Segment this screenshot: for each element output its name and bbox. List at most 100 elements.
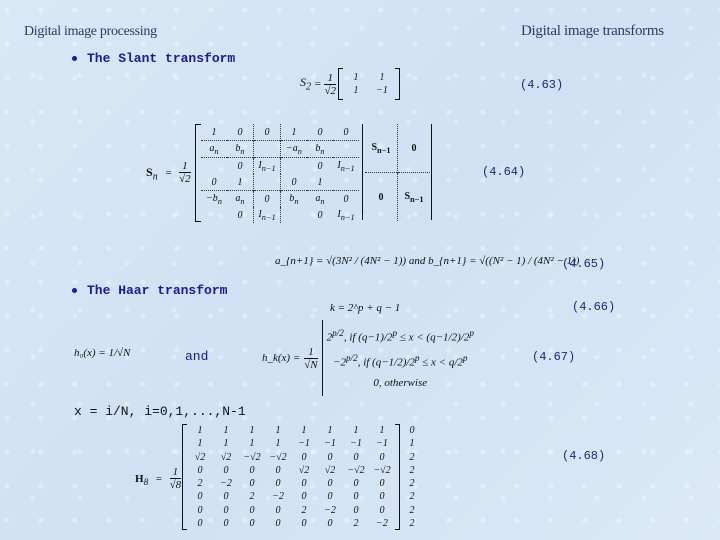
h8-matrix-row: 1 1 1 1 −1 −1 −1 −1	[187, 437, 395, 450]
h8-row-label-row: 2	[404, 477, 420, 490]
s2-matrix-cell: −1	[376, 85, 388, 96]
h8-matrix-cell: 0	[379, 451, 385, 463]
h8-matrix-cell: √2	[298, 464, 310, 476]
sn-left-block-cell: 0	[211, 176, 217, 188]
sn-left-block-cell: bn	[307, 140, 333, 158]
sn-left-block-cell	[253, 174, 281, 191]
s2-matrix-cell: 1	[353, 85, 359, 96]
sn-left-block-cell: In−1	[333, 157, 359, 174]
sn-left-block-row: 100100	[201, 124, 359, 141]
sn-left-block-cell: 0	[333, 190, 359, 207]
h8-matrix-cell: √2	[194, 451, 206, 463]
h8-row-label-cell: 2	[409, 478, 415, 490]
h8-row-label-cell: 2	[409, 451, 415, 463]
sn-left-block-cell	[253, 140, 281, 158]
h8-matrix-cell: −2	[272, 491, 284, 503]
sn-right-block-cell: Sn−1	[371, 141, 391, 155]
h8-matrix-wrapper: 1 1 1 1 1 1 1 1 1 1 1 1 −1 −1 −1 −1 √2 √2 −√2 −√2 0 0 0 0 0 0 0 0 √2…	[182, 424, 420, 530]
slant-bullet: The Slant transform	[72, 51, 235, 66]
sn-left-block-cell: In−1	[253, 157, 281, 174]
sn-left-block-cell	[201, 207, 227, 223]
h8-matrix-cell: 1	[275, 438, 281, 450]
h8-matrix-row: 0 0 0 0 0 0 2 −2	[187, 517, 395, 530]
equation-number-4-67: (4.67)	[532, 350, 576, 364]
header-left-title: Digital image processing	[24, 24, 157, 39]
equation-number-4-64: (4.64)	[482, 165, 526, 179]
h8-row-label-row: 2	[404, 451, 420, 464]
sn-left-block-cell: 0	[307, 157, 333, 174]
h8-matrix-cell: 0	[353, 504, 359, 516]
h8-row-label-cell: 2	[409, 491, 415, 503]
h8-matrix-cell: 0	[353, 451, 359, 463]
h8-matrix-cell: 0	[327, 517, 333, 529]
h8-matrix-cell: −√2	[347, 464, 365, 476]
h8-matrix-row: 0 0 0 0 √2 √2 −√2 −√2	[187, 464, 395, 477]
sn-left-block-row: −bn an 0 bn an 0	[201, 190, 359, 207]
sn-left-block-cell	[333, 174, 359, 191]
h8-row-label-cell: 2	[409, 517, 415, 529]
h8-matrix-row: 1 1 1 1 1 1 1 1	[187, 424, 395, 437]
sn-block-matrix: 1 0 0 1 0 0 an bn −an bn 0 In−1 0 In−1 0 1 0 1 −bn an 0 bn an 0…	[195, 124, 435, 223]
h8-matrix-cell: −1	[376, 438, 388, 450]
sn-left-block-cell: 0	[317, 209, 323, 221]
h8-matrix-cell: 1	[223, 425, 229, 437]
sn-right-block-row: Sn−1 0	[365, 124, 430, 173]
h8-matrix-cell: √2	[220, 451, 232, 463]
h8-matrix: 1 1 1 1 1 1 1 1 1 1 1 1 −1 −1 −1 −1 √2 √2 −√2 −√2 0 0 0 0 0 0 0 0 √2…	[187, 424, 395, 530]
s2-matrix-row: 11	[343, 71, 395, 84]
h8-row-label-cell: 1	[409, 438, 415, 450]
h8-matrix-cell: 1	[353, 425, 359, 437]
sn-left-block-cell: an	[201, 140, 227, 158]
h8-matrix-cell: 0	[197, 491, 203, 503]
h8-lhs: H8 = 1 √8	[135, 466, 182, 491]
equation-4-63: S2 = 1 √2 1 1 1 −1	[300, 68, 400, 100]
sn-left-block-row: 0 In−1 0 In−1	[201, 207, 359, 223]
sn-left-block-cell	[201, 157, 227, 174]
sn-left-block-cell: In−1	[253, 207, 281, 223]
equation-4-65: a_{n+1} = √(3N² / (4N² − 1)) and b_{n+1}…	[275, 255, 579, 267]
h8-matrix-cell: 0	[379, 504, 385, 516]
h8-row-labels: 01222222	[404, 424, 420, 530]
sn-right-block-cell: Sn−1	[397, 172, 430, 221]
bullet-icon	[72, 56, 77, 62]
h8-row-label-row: 1	[404, 437, 420, 450]
h8-matrix-cell: −1	[324, 438, 336, 450]
h8-row-label-cell: 0	[409, 425, 415, 437]
sn-left-block-cell: 0	[317, 126, 323, 138]
h8-matrix-cell: 0	[223, 517, 229, 529]
h8-matrix-cell: 1	[379, 425, 385, 437]
a-coefficient: a_{n+1} = √(3N² / (4N² − 1))	[275, 255, 407, 267]
h8-matrix-cell: 0	[379, 491, 385, 503]
sn-left-block-cell: 0	[237, 126, 243, 138]
h8-row-label-cell: 2	[409, 464, 415, 476]
h8-matrix-cell: 0	[197, 464, 203, 476]
sn-left-block-cell: 1	[211, 126, 217, 138]
h8-matrix-cell: −2	[324, 504, 336, 516]
sn-left-block-cell: −an	[280, 140, 307, 158]
b-coefficient: b_{n+1} = √((N² − 1) / (4N² − 1))	[428, 255, 580, 267]
h8-row-label-row: 2	[404, 464, 420, 477]
h8-matrix-cell: 1	[197, 425, 203, 437]
sn-right-block-cell: 0	[397, 124, 430, 173]
sn-left-block-cell: 0	[280, 174, 307, 191]
h8-matrix-cell: 0	[197, 504, 203, 516]
sn-lhs: Sn = 1 √2	[146, 160, 191, 185]
h8-matrix-cell: 0	[249, 478, 255, 490]
h8-matrix-cell: 1	[327, 425, 333, 437]
h8-matrix-row: 0 0 0 0 2 −2 0 0	[187, 504, 395, 517]
sn-left-block-cell	[280, 207, 307, 223]
h8-matrix-cell: 1	[249, 438, 255, 450]
x-definition: x = i/N, i=0,1,...,N-1	[74, 404, 246, 419]
sn-left-block-cell: In−1	[337, 208, 355, 222]
h8-matrix-cell: −√2	[269, 451, 287, 463]
h8-matrix-cell: −√2	[243, 451, 261, 463]
h8-matrix-cell: 0	[353, 478, 359, 490]
h8-matrix-cell: −2	[220, 478, 232, 490]
h8-matrix-cell: 2	[249, 491, 255, 503]
h8-matrix-cell: 2	[197, 478, 203, 490]
h8-matrix-cell: 0	[275, 478, 281, 490]
h8-matrix-cell: 0	[223, 464, 229, 476]
h8-matrix-cell: −1	[298, 438, 310, 450]
hk-case: −2p/2, if (q−1/2)/2p ≤ x < q/2p	[333, 353, 468, 369]
h8-matrix-row: 2 −2 0 0 0 0 0 0	[187, 477, 395, 490]
